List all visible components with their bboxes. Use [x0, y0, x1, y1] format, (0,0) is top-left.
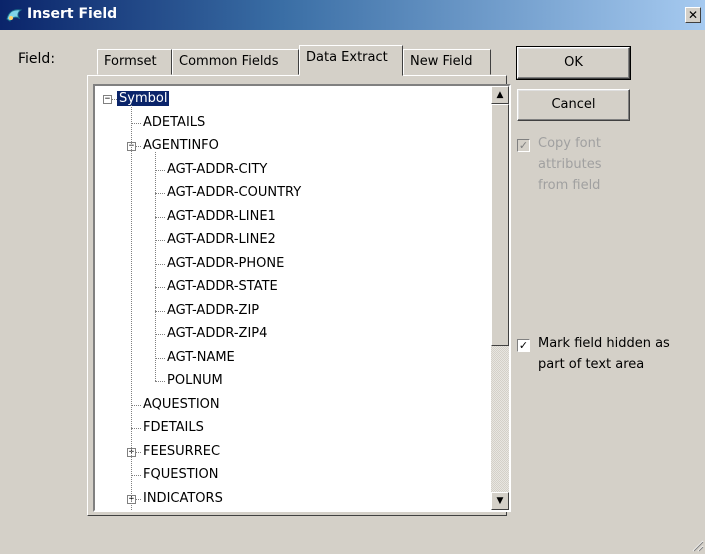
- tree-node[interactable]: AGT-NAME: [165, 348, 237, 368]
- window-title: Insert Field: [27, 6, 118, 22]
- copy-font-line-2: attributes: [538, 157, 602, 172]
- tree-node[interactable]: AGT-ADDR-STATE: [165, 277, 280, 297]
- tree-node[interactable]: FQUESTION: [141, 465, 220, 485]
- tree-node-expandable[interactable]: INDICATORS: [141, 489, 225, 509]
- tree-connector: [155, 287, 165, 288]
- tab-label: Data Extract: [306, 50, 388, 65]
- scroll-thumb[interactable]: [491, 104, 509, 346]
- tree-node[interactable]: AGT-ADDR-LINE1: [165, 207, 278, 227]
- tree-connector: [131, 475, 141, 476]
- tree-connector: [155, 216, 165, 218]
- tree-node-label: POLNUM: [167, 373, 223, 388]
- tree-guide: [131, 105, 132, 510]
- tab-data-extract[interactable]: Data Extract: [299, 45, 403, 76]
- tree-node[interactable]: AQUESTION: [141, 395, 222, 415]
- copy-font-label: Copy font attributes from field: [538, 133, 601, 196]
- tab-new-field[interactable]: New Field: [403, 49, 491, 75]
- cancel-label: Cancel: [551, 97, 596, 112]
- tree-connector: [155, 334, 165, 335]
- scroll-up-button[interactable]: ▲: [491, 86, 509, 104]
- app-icon: [6, 9, 23, 22]
- tree-node-label: ADETAILS: [143, 114, 206, 130]
- check-icon: ✓: [518, 139, 529, 152]
- tree-node-label: Symbol: [117, 91, 170, 106]
- tab-label: Formset: [104, 54, 157, 69]
- mark-hidden-label: Mark field hidden as part of text area: [538, 333, 670, 375]
- close-button[interactable]: ✕: [685, 7, 701, 23]
- title-bar[interactable]: Insert Field ✕: [0, 0, 705, 30]
- tree-node[interactable]: AGT-ADDR-ZIP: [165, 301, 261, 321]
- collapse-icon[interactable]: −: [103, 95, 112, 104]
- up-arrow-icon: ▲: [496, 90, 504, 100]
- field-tree[interactable]: Symbol − ADETAILS AGENTINFO − AGT-ADDR-CITY AG…: [93, 84, 511, 512]
- tree-node[interactable]: POLNUM: [165, 371, 225, 391]
- tree-connector: [155, 381, 165, 382]
- tree-node[interactable]: AGT-ADDR-ZIP4: [165, 324, 269, 344]
- tree-content: Symbol − ADETAILS AGENTINFO − AGT-ADDR-CITY AG…: [95, 86, 491, 510]
- tab-common-fields[interactable]: Common Fields: [172, 49, 299, 75]
- scroll-down-button[interactable]: ▼: [491, 492, 509, 510]
- tree-node-label: AGT-ADDR-LINE1: [167, 208, 276, 224]
- down-arrow-icon: ▼: [496, 496, 504, 506]
- mark-hidden-checkbox[interactable]: ✓: [517, 339, 530, 352]
- tree-connector: [155, 310, 165, 312]
- resize-grip-icon[interactable]: [690, 538, 704, 552]
- tree-connector: [136, 146, 141, 147]
- tree-node-label: FDETAILS: [143, 420, 204, 435]
- tree-connector: [155, 193, 165, 194]
- tree-node-expandable[interactable]: AGENTINFO: [141, 136, 221, 156]
- tree-connector: [136, 498, 141, 500]
- tree-node[interactable]: AGT-ADDR-LINE2: [165, 230, 278, 250]
- tree-node-label: AGT-ADDR-ZIP4: [167, 326, 268, 341]
- field-label: Field:: [18, 51, 56, 67]
- tree-node-label: AGT-NAME: [167, 349, 235, 365]
- tree-node-label: AGT-ADDR-COUNTRY: [167, 185, 302, 200]
- tree-node-label: AGT-ADDR-CITY: [167, 161, 268, 177]
- tree-guide: [155, 152, 156, 381]
- mark-hidden-line-2: part of text area: [538, 357, 645, 372]
- tree-node[interactable]: AGT-ADDR-PHONE: [165, 254, 286, 274]
- tree-node-label: FQUESTION: [143, 467, 219, 482]
- tab-formset[interactable]: Formset: [97, 49, 172, 75]
- tree-node-label: AGENTINFO: [143, 138, 219, 153]
- tree-node[interactable]: FDETAILS: [141, 418, 206, 438]
- tree-connector: [136, 451, 141, 453]
- tree-connector: [112, 99, 117, 100]
- tree-node-label: AGT-ADDR-LINE2: [167, 232, 276, 247]
- tree-node-label: AGT-ADDR-ZIP: [167, 302, 260, 318]
- ok-button[interactable]: OK: [516, 46, 631, 80]
- mark-hidden-line-1: Mark field hidden as: [538, 336, 670, 351]
- copy-font-line-3: from field: [538, 178, 601, 193]
- copy-font-line-1: Copy font: [538, 136, 601, 151]
- tree-connector: [155, 357, 165, 359]
- tree-connector: [155, 240, 165, 241]
- tree-connector: [155, 263, 165, 265]
- tree-node-label: AGT-ADDR-PHONE: [167, 255, 285, 271]
- tree-node-label: AQUESTION: [143, 396, 220, 412]
- tree-connector: [131, 404, 141, 406]
- tree-node-label: AGT-ADDR-STATE: [167, 279, 278, 294]
- cancel-button[interactable]: Cancel: [517, 89, 630, 121]
- tree-connector: [155, 169, 165, 171]
- ok-label: OK: [564, 55, 583, 70]
- check-icon: ✓: [518, 339, 529, 352]
- tab-label: New Field: [410, 54, 473, 69]
- tree-node-label: FEESURREC: [143, 443, 221, 459]
- tree-connector: [131, 122, 141, 124]
- copy-font-checkbox[interactable]: ✓: [517, 139, 530, 152]
- tree-scrollbar[interactable]: ▲ ▼: [491, 86, 509, 510]
- tree-node-expandable[interactable]: Symbol: [117, 89, 170, 109]
- tree-node[interactable]: AGT-ADDR-COUNTRY: [165, 183, 303, 203]
- tree-node-expandable[interactable]: FEESURREC: [141, 442, 222, 462]
- tab-label: Common Fields: [179, 54, 279, 69]
- tree-node-label: INDICATORS: [143, 490, 223, 506]
- tree-connector: [131, 428, 141, 429]
- close-icon: ✕: [687, 8, 699, 22]
- tree-node[interactable]: ADETAILS: [141, 113, 207, 133]
- tree-node[interactable]: AGT-ADDR-CITY: [165, 160, 269, 180]
